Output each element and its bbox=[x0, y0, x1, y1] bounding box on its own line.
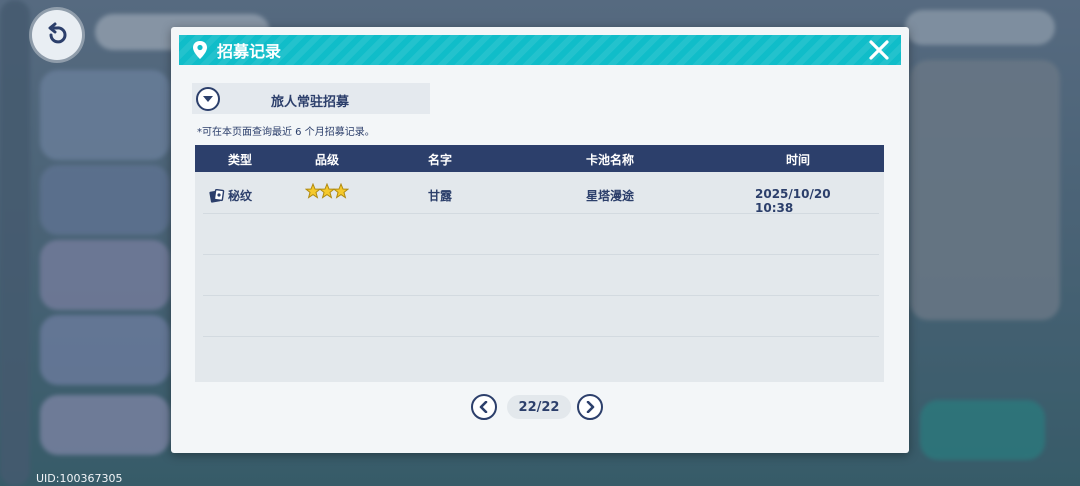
dialog-title: 招募记录 bbox=[217, 42, 282, 61]
row-divider bbox=[203, 254, 879, 255]
dialog-header: 招募记录 bbox=[179, 35, 901, 65]
chevron-down-icon bbox=[203, 95, 213, 102]
banner-selector-label: 旅人常驻招募 bbox=[271, 95, 350, 110]
cell-type: 秘纹 bbox=[228, 189, 253, 203]
chevron-right-icon bbox=[586, 401, 595, 413]
header-time: 时间 bbox=[785, 153, 811, 167]
star-icon bbox=[333, 183, 349, 199]
chevron-left-icon bbox=[479, 401, 488, 413]
header-pool: 卡池名称 bbox=[585, 153, 635, 167]
recruit-record-dialog: 招募记录 旅人常驻招募 *可在本页面查询最近 6 个月招募记录。 类型 品级 名… bbox=[171, 27, 909, 453]
uid-label: UID:100367305 bbox=[36, 472, 123, 485]
page-indicator: 22/22 bbox=[507, 395, 571, 419]
cell-time: 2025/10/20 10:38 bbox=[755, 187, 831, 215]
header-rarity: 品级 bbox=[314, 153, 340, 167]
back-button[interactable] bbox=[32, 10, 82, 60]
next-page-button[interactable] bbox=[577, 394, 603, 420]
banner-selector[interactable]: 旅人常驻招募 bbox=[192, 83, 430, 114]
header-name: 名字 bbox=[427, 153, 453, 167]
cell-name: 甘露 bbox=[427, 189, 453, 203]
close-icon[interactable] bbox=[866, 37, 892, 63]
pagination: 22/22 bbox=[471, 394, 603, 420]
table-header: 类型 品级 名字 卡池名称 时间 bbox=[195, 145, 884, 172]
prev-page-button[interactable] bbox=[471, 394, 497, 420]
back-arrow-icon bbox=[48, 22, 67, 44]
record-notice: *可在本页面查询最近 6 个月招募记录。 bbox=[197, 127, 375, 138]
card-icon bbox=[209, 188, 225, 203]
record-table: 类型 品级 名字 卡池名称 时间 秘纹 甘露 星塔漫途 2025/10/20 1… bbox=[195, 145, 884, 382]
row-divider bbox=[203, 213, 879, 214]
location-pin-icon bbox=[193, 41, 207, 59]
row-divider bbox=[203, 336, 879, 337]
type-cell: 秘纹 bbox=[209, 187, 252, 204]
rarity-stars bbox=[305, 183, 349, 199]
header-type: 类型 bbox=[227, 153, 253, 167]
row-divider bbox=[203, 295, 879, 296]
cell-pool: 星塔漫途 bbox=[585, 189, 635, 203]
dropdown-button[interactable] bbox=[196, 86, 220, 111]
